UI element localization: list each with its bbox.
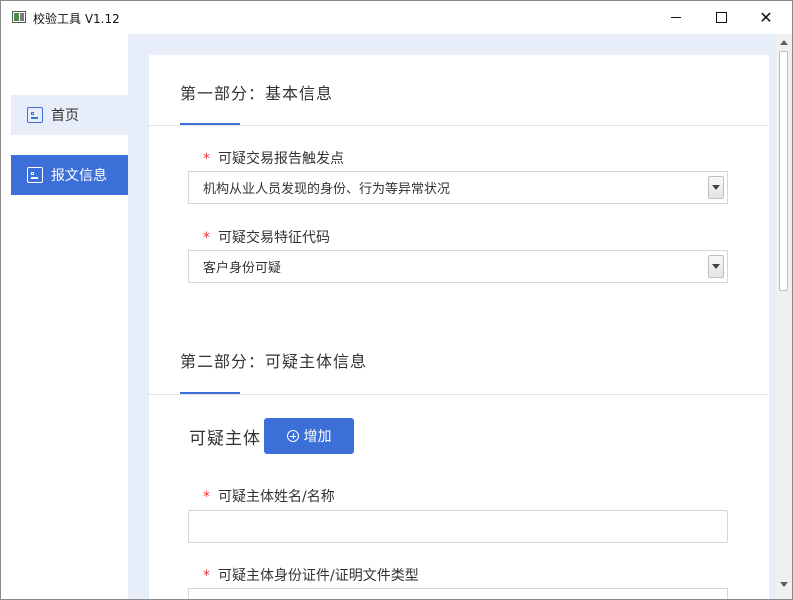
sidebar-item-home[interactable]: 首页 [11, 95, 128, 135]
section-divider [149, 394, 769, 395]
section-divider [149, 125, 769, 126]
sidebar-item-label: 报文信息 [51, 168, 107, 184]
add-subject-button[interactable]: 增加 [264, 418, 354, 454]
dropdown-button[interactable] [708, 255, 724, 278]
vertical-scrollbar[interactable] [776, 34, 792, 599]
field-label-id-type: * 可疑主体身份证件/证明文件类型 [203, 568, 419, 584]
add-button-label: 增加 [303, 429, 332, 445]
sidebar-item-message-info[interactable]: 报文信息 [11, 155, 128, 195]
add-circle-icon [286, 430, 299, 442]
scroll-down-icon[interactable] [780, 582, 788, 587]
field-label-feature-code: * 可疑交易特征代码 [203, 230, 330, 246]
sidebar-item-label: 首页 [51, 108, 79, 124]
form-icon [27, 107, 43, 123]
scroll-thumb[interactable] [779, 51, 788, 291]
form-icon [27, 167, 43, 183]
maximize-button[interactable] [698, 1, 744, 34]
required-mark: * [203, 230, 210, 246]
title-bar: 校验工具 V1.12 ✕ [1, 1, 792, 34]
required-mark: * [203, 568, 210, 584]
sidebar: 首页 报文信息 [1, 34, 128, 599]
section-title-basic-info: 第一部分：基本信息 [180, 84, 334, 103]
subject-name-input[interactable] [188, 510, 728, 543]
form-panel: 第一部分：基本信息 * 可疑交易报告触发点 机构从业人员发现的身份、行为等异常状况… [149, 55, 769, 599]
minimize-button[interactable] [653, 1, 699, 34]
maximize-icon [715, 12, 727, 23]
required-mark: * [203, 489, 210, 505]
scroll-up-icon[interactable] [780, 40, 788, 45]
dropdown-button[interactable] [708, 176, 724, 199]
minimize-icon [671, 17, 681, 18]
required-mark: * [203, 151, 210, 167]
chevron-down-icon [712, 185, 720, 190]
feature-code-select[interactable]: 客户身份可疑 [188, 250, 728, 283]
field-label-subject-name: * 可疑主体姓名/名称 [203, 489, 335, 505]
select-value: 客户身份可疑 [203, 261, 282, 276]
window-title: 校验工具 V1.12 [33, 12, 120, 26]
app-window: 校验工具 V1.12 ✕ 首页 报文信息 第一部分：基本信息 * 可疑交易报告触发… [0, 0, 793, 600]
trigger-point-select[interactable]: 机构从业人员发现的身份、行为等异常状况 [188, 171, 728, 204]
close-button[interactable]: ✕ [743, 1, 789, 34]
section-title-subject-info: 第二部分：可疑主体信息 [180, 352, 368, 371]
close-icon: ✕ [759, 7, 773, 27]
app-icon [12, 11, 26, 23]
field-label-trigger-point: * 可疑交易报告触发点 [203, 151, 344, 167]
subject-label: 可疑主体 [189, 429, 261, 449]
select-value: 机构从业人员发现的身份、行为等异常状况 [203, 182, 451, 197]
chevron-down-icon [712, 264, 720, 269]
id-type-select[interactable] [188, 588, 728, 599]
